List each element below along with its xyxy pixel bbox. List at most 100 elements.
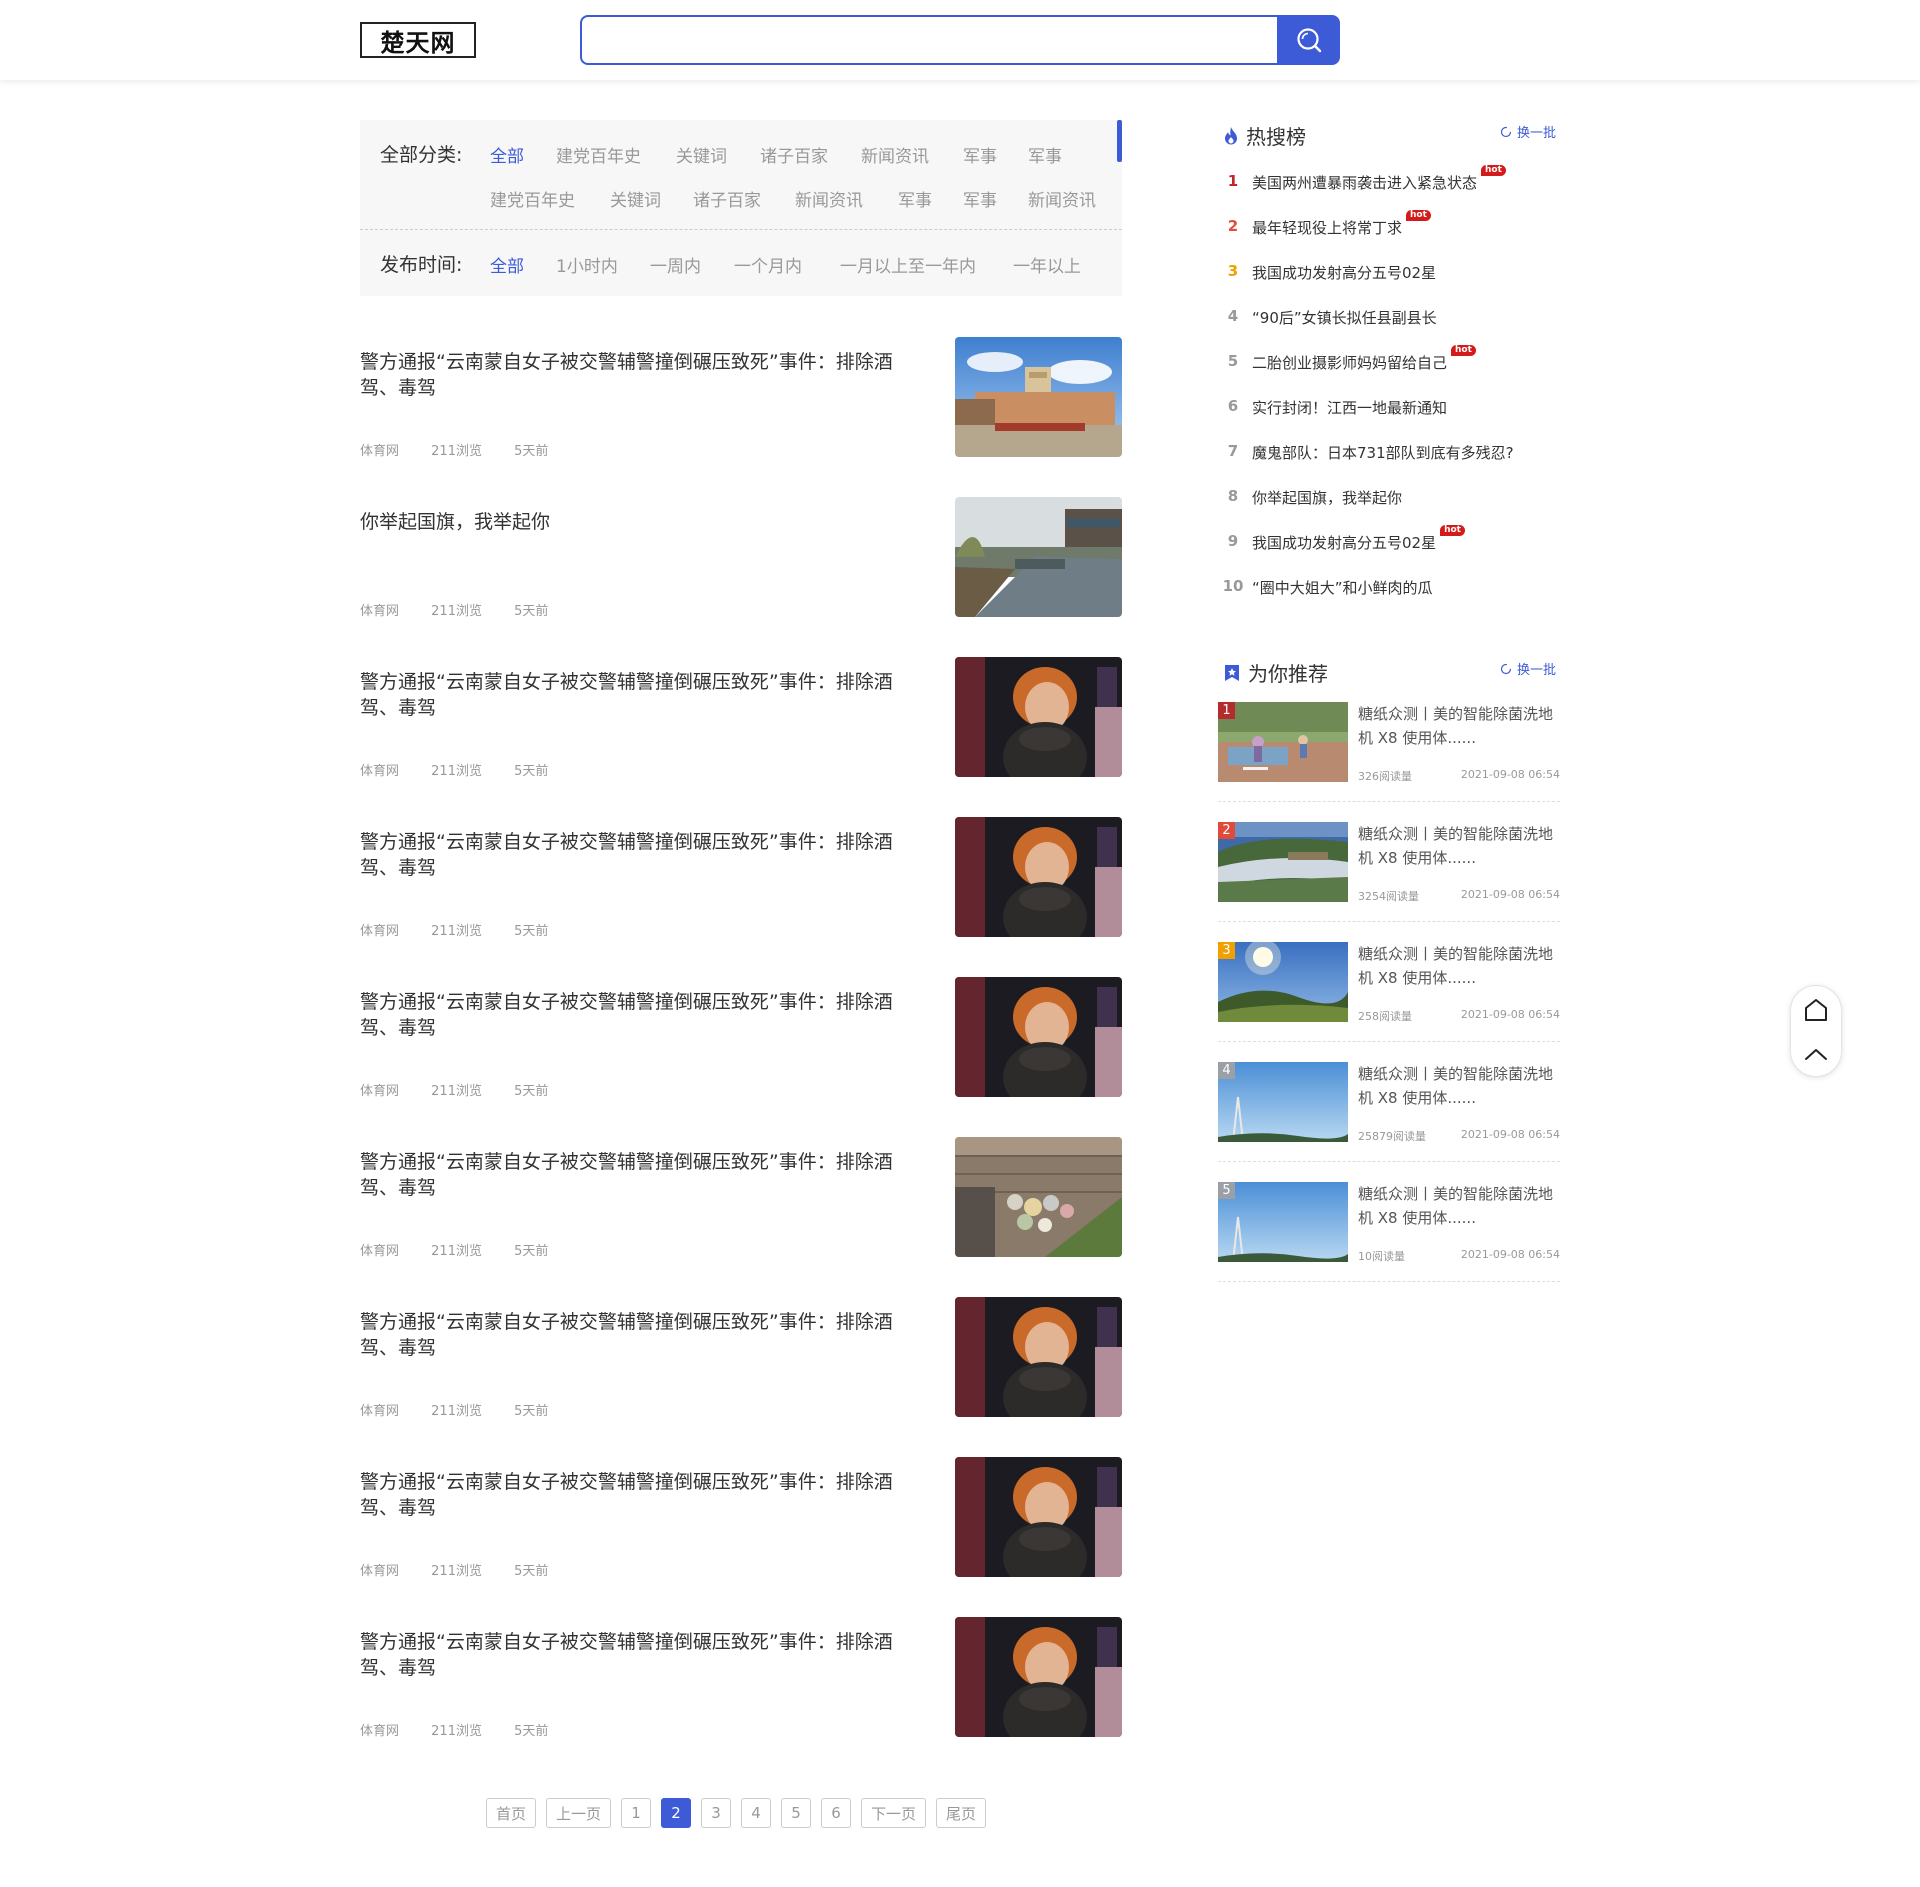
recommend-title-link[interactable]: 糖纸众测丨美的智能除菌洗地机 X8 使用体...... [1358,702,1558,750]
hot-search-item[interactable]: 1 美国两州遭暴雨袭击进入紧急状态 hot [1220,165,1506,193]
page-button[interactable]: 6 [821,1798,852,1828]
category-option[interactable]: 建党百年史 [556,142,641,167]
recommend-title-link[interactable]: 糖纸众测丨美的智能除菌洗地机 X8 使用体...... [1358,942,1558,990]
page-button[interactable]: 3 [701,1798,732,1828]
hot-search-item[interactable]: 2 最年轻现役上将常丁求 hot [1220,210,1431,238]
page-button[interactable]: 5 [781,1798,812,1828]
article-title[interactable]: 你举起国旗，我举起你 [360,509,930,535]
search-button[interactable] [1277,15,1340,65]
hot-search-text[interactable]: 你举起国旗，我举起你 [1252,487,1402,508]
page-button[interactable]: 1 [621,1798,652,1828]
article-title[interactable]: 警方通报“云南蒙自女子被交警辅警撞倒碾压致死”事件：排除酒驾、毒驾 [360,669,930,721]
category-option[interactable]: 新闻资讯 [795,186,863,211]
category-option[interactable]: 新闻资讯 [861,142,929,167]
recommend-item[interactable]: 4 糖纸众测丨美的智能除菌洗地机 X8 使用体...... 25879阅读量 2… [1218,1062,1560,1162]
hot-search-text[interactable]: “90后”女镇长拟任县副县长 [1252,307,1437,328]
hot-search-item[interactable]: 6 实行封闭！江西一地最新通知 [1220,397,1447,418]
recommend-title-link[interactable]: 糖纸众测丨美的智能除菌洗地机 X8 使用体...... [1358,822,1558,870]
article-item[interactable]: 警方通报“云南蒙自女子被交警辅警撞倒碾压致死”事件：排除酒驾、毒驾 体育网 21… [360,657,1122,779]
category-option[interactable]: 军事 [898,186,932,211]
hot-search-text[interactable]: “圈中大姐大”和小鲜肉的瓜 [1252,577,1433,598]
category-option[interactable]: 诸子百家 [693,186,761,211]
time-option[interactable]: 全部 [490,252,524,277]
last-page-button[interactable]: 尾页 [936,1798,987,1828]
article-item[interactable]: 警方通报“云南蒙自女子被交警辅警撞倒碾压致死”事件：排除酒驾、毒驾 体育网 21… [360,337,1122,459]
article-thumbnail[interactable] [955,817,1122,937]
article-thumbnail[interactable] [955,1137,1122,1257]
page-button[interactable]: 4 [741,1798,772,1828]
article-item[interactable]: 警方通报“云南蒙自女子被交警辅警撞倒碾压致死”事件：排除酒驾、毒驾 体育网 21… [360,977,1122,1099]
article-thumbnail[interactable] [955,657,1122,777]
article-item[interactable]: 你举起国旗，我举起你 体育网 211浏览 5天前 [360,497,1122,619]
hot-search-text[interactable]: 最年轻现役上将常丁求 [1252,217,1402,238]
hot-search-item[interactable]: 10 “圈中大姐大”和小鲜肉的瓜 [1220,577,1433,598]
category-option[interactable]: 军事 [963,186,997,211]
time-option[interactable]: 一周内 [650,252,701,277]
category-option[interactable]: 全部 [490,142,524,167]
article-thumbnail[interactable] [955,1457,1122,1577]
category-option[interactable]: 新闻资讯 [1028,186,1096,211]
article-thumbnail[interactable] [955,337,1122,457]
recommend-thumbnail[interactable]: 3 [1218,942,1348,1022]
time-option[interactable]: 一月以上至一年内 [840,252,976,277]
first-page-button[interactable]: 首页 [486,1798,537,1828]
hot-search-text[interactable]: 二胎创业摄影师妈妈留给自己 [1252,352,1447,373]
hot-search-item[interactable]: 9 我国成功发射高分五号02星 hot [1220,525,1465,553]
hot-search-text[interactable]: 我国成功发射高分五号02星 [1252,262,1436,283]
recommend-thumbnail[interactable]: 5 [1218,1182,1348,1262]
article-thumbnail[interactable] [955,1297,1122,1417]
article-item[interactable]: 警方通报“云南蒙自女子被交警辅警撞倒碾压致死”事件：排除酒驾、毒驾 体育网 21… [360,817,1122,939]
time-option[interactable]: 1小时内 [556,252,618,277]
article-thumbnail[interactable] [955,977,1122,1097]
search-input[interactable] [580,15,1277,65]
article-thumbnail[interactable] [955,497,1122,617]
article-title[interactable]: 警方通报“云南蒙自女子被交警辅警撞倒碾压致死”事件：排除酒驾、毒驾 [360,349,930,401]
hot-search-text[interactable]: 魔鬼部队：日本731部队到底有多残忍? [1252,442,1514,463]
recommend-item[interactable]: 1 糖纸众测丨美的智能除菌洗地机 X8 使用体...... 326阅读量 202… [1218,702,1560,802]
article-title[interactable]: 警方通报“云南蒙自女子被交警辅警撞倒碾压致死”事件：排除酒驾、毒驾 [360,1149,930,1201]
recommend-thumbnail[interactable]: 2 [1218,822,1348,902]
hot-refresh-button[interactable]: 换一批 [1500,122,1556,141]
hot-search-item[interactable]: 4 “90后”女镇长拟任县副县长 [1220,307,1437,328]
category-option[interactable]: 建党百年史 [490,186,575,211]
article-title[interactable]: 警方通报“云南蒙自女子被交警辅警撞倒碾压致死”事件：排除酒驾、毒驾 [360,1469,930,1521]
recommend-refresh-button[interactable]: 换一批 [1500,659,1556,678]
hot-search-text[interactable]: 我国成功发射高分五号02星 [1252,532,1436,553]
time-option[interactable]: 一年以上 [1013,252,1081,277]
hot-search-item[interactable]: 7 魔鬼部队：日本731部队到底有多残忍? [1220,442,1514,463]
category-option[interactable]: 关键词 [610,186,661,211]
recommend-title-link[interactable]: 糖纸众测丨美的智能除菌洗地机 X8 使用体...... [1358,1062,1558,1110]
page-button-current[interactable]: 2 [661,1798,692,1828]
hot-search-text[interactable]: 美国两州遭暴雨袭击进入紧急状态 [1252,172,1477,193]
category-option[interactable]: 军事 [963,142,997,167]
category-option[interactable]: 诸子百家 [760,142,828,167]
recommend-item[interactable]: 5 糖纸众测丨美的智能除菌洗地机 X8 使用体...... 10阅读量 2021… [1218,1182,1560,1282]
recommend-title-link[interactable]: 糖纸众测丨美的智能除菌洗地机 X8 使用体...... [1358,1182,1558,1230]
time-option[interactable]: 一个月内 [734,252,802,277]
recommend-thumbnail[interactable]: 1 [1218,702,1348,782]
article-item[interactable]: 警方通报“云南蒙自女子被交警辅警撞倒碾压致死”事件：排除酒驾、毒驾 体育网 21… [360,1617,1122,1739]
hot-search-text[interactable]: 实行封闭！江西一地最新通知 [1252,397,1447,418]
filter-scroll-indicator[interactable] [1117,120,1122,162]
hot-search-item[interactable]: 8 你举起国旗，我举起你 [1220,487,1402,508]
next-page-button[interactable]: 下一页 [861,1798,927,1828]
recommend-item[interactable]: 2 糖纸众测丨美的智能除菌洗地机 X8 使用体...... 3254阅读量 20… [1218,822,1560,922]
article-item[interactable]: 警方通报“云南蒙自女子被交警辅警撞倒碾压致死”事件：排除酒驾、毒驾 体育网 21… [360,1297,1122,1419]
article-item[interactable]: 警方通报“云南蒙自女子被交警辅警撞倒碾压致死”事件：排除酒驾、毒驾 体育网 21… [360,1137,1122,1259]
recommend-thumbnail[interactable]: 4 [1218,1062,1348,1142]
category-option[interactable]: 关键词 [676,142,727,167]
article-thumbnail[interactable] [955,1617,1122,1737]
site-logo[interactable]: 楚天网 [360,22,476,58]
article-title[interactable]: 警方通报“云南蒙自女子被交警辅警撞倒碾压致死”事件：排除酒驾、毒驾 [360,989,930,1041]
hot-search-item[interactable]: 5 二胎创业摄影师妈妈留给自己 hot [1220,345,1476,373]
article-title[interactable]: 警方通报“云南蒙自女子被交警辅警撞倒碾压致死”事件：排除酒驾、毒驾 [360,829,930,881]
article-title[interactable]: 警方通报“云南蒙自女子被交警辅警撞倒碾压致死”事件：排除酒驾、毒驾 [360,1629,930,1681]
category-option[interactable]: 军事 [1028,142,1062,167]
home-button[interactable] [1791,988,1841,1032]
hot-search-item[interactable]: 3 我国成功发射高分五号02星 [1220,262,1436,283]
recommend-item[interactable]: 3 糖纸众测丨美的智能除菌洗地机 X8 使用体...... 258阅读量 202… [1218,942,1560,1042]
back-to-top-button[interactable] [1791,1032,1841,1076]
article-item[interactable]: 警方通报“云南蒙自女子被交警辅警撞倒碾压致死”事件：排除酒驾、毒驾 体育网 21… [360,1457,1122,1579]
article-title[interactable]: 警方通报“云南蒙自女子被交警辅警撞倒碾压致死”事件：排除酒驾、毒驾 [360,1309,930,1361]
prev-page-button[interactable]: 上一页 [546,1798,612,1828]
